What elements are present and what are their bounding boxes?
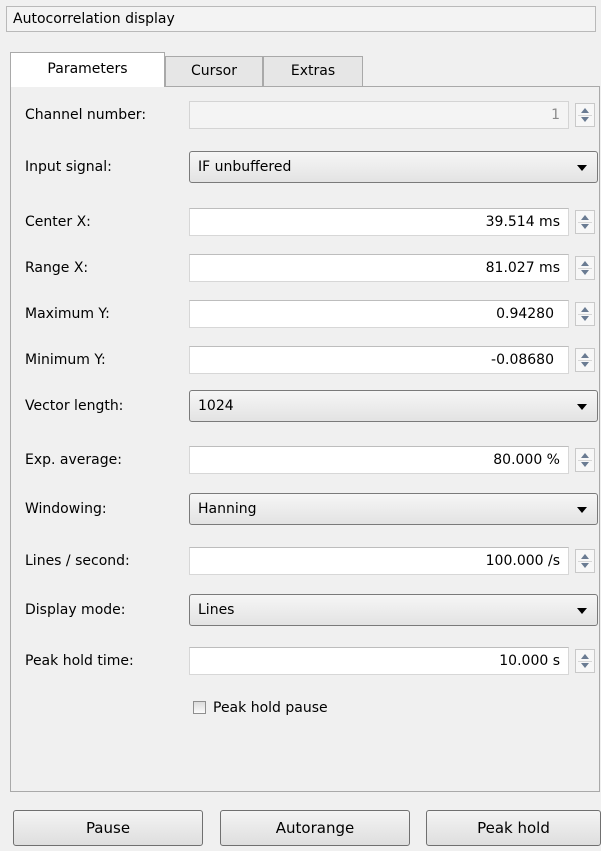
minimum-y-row: Minimum Y: -0.08680 (11, 346, 601, 374)
peak-hold-time-row: Peak hold time: 10.000 s (11, 647, 601, 675)
channel-number-field: 1 (189, 101, 569, 129)
lines-per-second-value: 100.000 /s (485, 553, 560, 569)
input-signal-label: Input signal: (25, 159, 112, 175)
exp-average-value: 80.000 % (493, 452, 560, 468)
channel-number-row: Channel number: 1 (11, 101, 601, 129)
center-x-row: Center X: 39.514 ms (11, 208, 601, 236)
spin-up-icon (581, 554, 589, 559)
minimum-y-spinner[interactable] (575, 348, 595, 372)
windowing-label: Windowing: (25, 501, 107, 517)
windowing-select[interactable]: Hanning (189, 493, 598, 525)
range-x-field[interactable]: 81.027 ms (189, 254, 569, 282)
spin-down-icon (581, 362, 589, 367)
tab-cursor[interactable]: Cursor (165, 56, 263, 86)
channel-number-label: Channel number: (25, 107, 147, 123)
exp-average-label: Exp. average: (25, 452, 122, 468)
peak-hold-time-value: 10.000 s (499, 653, 560, 669)
lines-per-second-field[interactable]: 100.000 /s (189, 547, 569, 575)
window-title: Autocorrelation display (6, 6, 596, 32)
maximum-y-value: 0.94280 (496, 306, 554, 322)
minimum-y-field[interactable]: -0.08680 (189, 346, 569, 374)
vector-length-row: Vector length: 1024 (11, 390, 601, 422)
lines-per-second-label: Lines / second: (25, 553, 130, 569)
spin-up-icon (581, 353, 589, 358)
spin-up-icon (581, 215, 589, 220)
spin-up-icon (581, 453, 589, 458)
range-x-spinner[interactable] (575, 256, 595, 280)
spin-down-icon (581, 117, 589, 122)
chevron-down-icon (577, 608, 587, 614)
maximum-y-row: Maximum Y: 0.94280 (11, 300, 601, 328)
display-mode-select[interactable]: Lines (189, 594, 598, 626)
range-x-value: 81.027 ms (485, 260, 560, 276)
windowing-row: Windowing: Hanning (11, 493, 601, 525)
maximum-y-spinner[interactable] (575, 302, 595, 326)
spin-down-icon (581, 663, 589, 668)
spin-down-icon (581, 563, 589, 568)
input-signal-value: IF unbuffered (198, 159, 292, 175)
exp-average-spinner[interactable] (575, 448, 595, 472)
chevron-down-icon (577, 507, 587, 513)
input-signal-row: Input signal: IF unbuffered (11, 151, 601, 183)
peak-hold-time-label: Peak hold time: (25, 653, 134, 669)
input-signal-select[interactable]: IF unbuffered (189, 151, 598, 183)
minimum-y-value: -0.08680 (491, 352, 554, 368)
spin-up-icon (581, 654, 589, 659)
vector-length-value: 1024 (198, 398, 234, 414)
spin-down-icon (581, 316, 589, 321)
exp-average-row: Exp. average: 80.000 % (11, 446, 601, 474)
spin-up-icon (581, 307, 589, 312)
peak-hold-pause-checkbox[interactable] (193, 701, 206, 714)
spin-down-icon (581, 462, 589, 467)
spin-up-icon (581, 108, 589, 113)
maximum-y-field[interactable]: 0.94280 (189, 300, 569, 328)
display-mode-label: Display mode: (25, 602, 126, 618)
range-x-row: Range X: 81.027 ms (11, 254, 601, 282)
peak-hold-button[interactable]: Peak hold (426, 810, 601, 846)
vector-length-label: Vector length: (25, 398, 124, 414)
display-mode-value: Lines (198, 602, 235, 618)
peak-hold-pause-label: Peak hold pause (213, 700, 328, 716)
chevron-down-icon (577, 165, 587, 171)
autorange-button[interactable]: Autorange (220, 810, 410, 846)
exp-average-field[interactable]: 80.000 % (189, 446, 569, 474)
center-x-label: Center X: (25, 214, 91, 230)
minimum-y-label: Minimum Y: (25, 352, 106, 368)
channel-number-value: 1 (551, 107, 560, 123)
chevron-down-icon (577, 404, 587, 410)
lines-per-second-row: Lines / second: 100.000 /s (11, 547, 601, 575)
spin-up-icon (581, 261, 589, 266)
peak-hold-time-field[interactable]: 10.000 s (189, 647, 569, 675)
display-mode-row: Display mode: Lines (11, 594, 601, 626)
peak-hold-time-spinner[interactable] (575, 649, 595, 673)
pause-button[interactable]: Pause (13, 810, 203, 846)
tab-parameters[interactable]: Parameters (10, 52, 165, 87)
spin-down-icon (581, 270, 589, 275)
center-x-field[interactable]: 39.514 ms (189, 208, 569, 236)
parameters-panel: Channel number: 1 Input signal: IF unbuf… (10, 86, 600, 792)
windowing-value: Hanning (198, 501, 257, 517)
range-x-label: Range X: (25, 260, 89, 276)
maximum-y-label: Maximum Y: (25, 306, 110, 322)
vector-length-select[interactable]: 1024 (189, 390, 598, 422)
lines-per-second-spinner[interactable] (575, 549, 595, 573)
channel-number-spinner (575, 103, 595, 127)
center-x-value: 39.514 ms (485, 214, 560, 230)
tab-extras[interactable]: Extras (263, 56, 363, 86)
spin-down-icon (581, 224, 589, 229)
center-x-spinner[interactable] (575, 210, 595, 234)
